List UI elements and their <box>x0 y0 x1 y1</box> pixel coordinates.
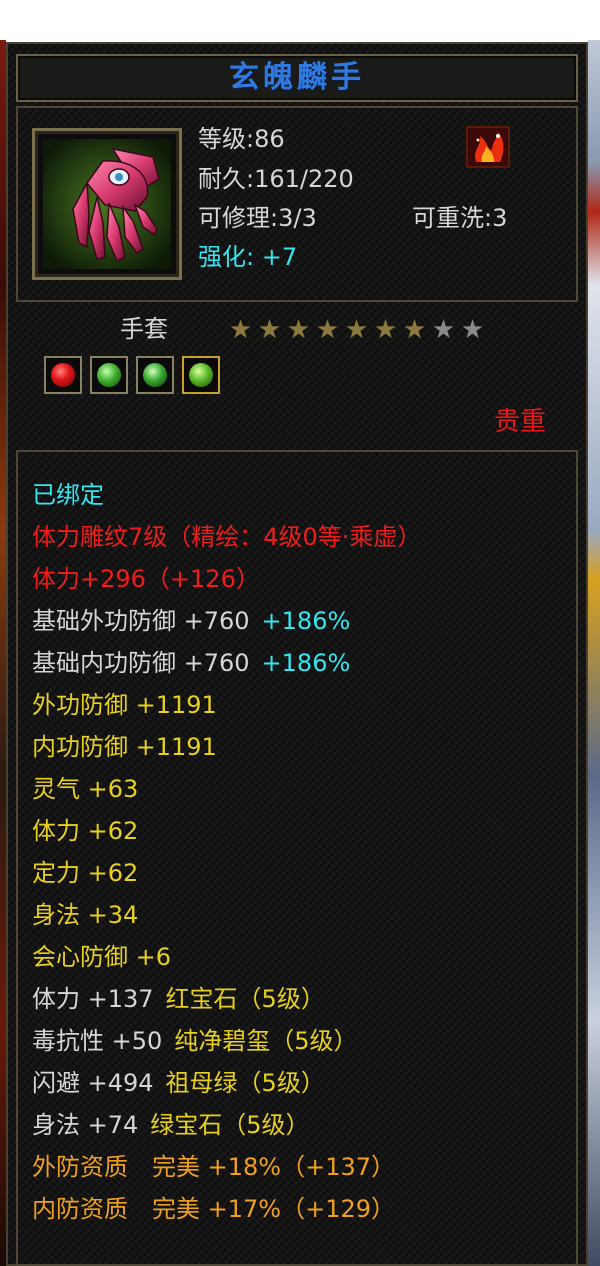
gem4-name: 绿宝石（5级） <box>150 1111 310 1139</box>
jade-gem-icon <box>97 363 121 387</box>
gem1-name: 红宝石（5级） <box>165 985 325 1013</box>
item-tooltip-panel: 玄魄麟手 等级:86 耐久:161/220 可修理:3/3 可重洗:3 强化: … <box>6 42 588 1266</box>
crit-def-line: 会心防御 +6 <box>32 943 172 971</box>
gem1-stat: 体力 +137 <box>32 985 154 1013</box>
star-filled-icon: ★ <box>373 315 398 345</box>
base-ext-def-pct: +186% <box>261 607 351 635</box>
background-scenery-right <box>588 40 600 1266</box>
gem3-name: 祖母绿（5级） <box>165 1069 325 1097</box>
gem-slot-1[interactable] <box>44 356 82 394</box>
gem2-stat: 毒抗性 +50 <box>32 1027 163 1055</box>
green-gem-icon <box>189 363 213 387</box>
item-name: 玄魄麟手 <box>229 60 365 95</box>
spirit-line: 灵气 +63 <box>32 775 139 803</box>
int-quality-line: 内防资质 完美 +17%（+129） <box>32 1195 395 1223</box>
gem-slot-2[interactable] <box>90 356 128 394</box>
star-filled-icon: ★ <box>228 315 253 345</box>
red-ruby-gem-icon <box>51 363 75 387</box>
gem-slots <box>44 356 220 394</box>
gem4-line: 身法 +74 绿宝石（5级） <box>32 1110 310 1140</box>
item-repairable: 可修理:3/3 <box>198 204 317 232</box>
star-filled-icon: ★ <box>315 315 340 345</box>
item-rewashable: 可重洗:3 <box>412 204 508 232</box>
gem-slot-4[interactable] <box>182 356 220 394</box>
base-int-def-line: 基础内功防御 +760 +186% <box>32 648 350 678</box>
gem2-name: 纯净碧玺（5级） <box>174 1027 358 1055</box>
stamina-line: 体力 +62 <box>32 817 139 845</box>
gem4-stat: 身法 +74 <box>32 1111 139 1139</box>
star-filled-icon: ★ <box>344 315 369 345</box>
int-def-line: 内功防御 +1191 <box>32 733 217 761</box>
gem-slot-3[interactable] <box>136 356 174 394</box>
gem3-line: 闪避 +494 祖母绿（5级） <box>32 1068 325 1098</box>
item-icon-frame <box>32 128 182 280</box>
focus-line: 定力 +62 <box>32 859 139 887</box>
title-bar: 玄魄麟手 <box>16 54 578 102</box>
rarity-label: 贵重 <box>494 407 547 437</box>
emerald-gem-icon <box>143 363 167 387</box>
gauntlet-icon <box>43 139 171 269</box>
item-info-box: 等级:86 耐久:161/220 可修理:3/3 可重洗:3 强化: +7 <box>16 106 578 302</box>
ext-def-line: 外功防御 +1191 <box>32 691 217 719</box>
agility-line: 身法 +34 <box>32 901 139 929</box>
engrave-line: 体力雕纹7级（精绘：4级0等·乘虚） <box>32 523 422 551</box>
base-int-def-pct: +186% <box>261 649 351 677</box>
star-filled-icon: ★ <box>257 315 282 345</box>
star-filled-icon: ★ <box>286 315 311 345</box>
gem3-stat: 闪避 +494 <box>32 1069 154 1097</box>
star-empty-icon: ★ <box>460 315 485 345</box>
base-ext-def-value: 基础外功防御 +760 <box>32 607 250 635</box>
item-durability: 耐久:161/220 <box>198 165 354 193</box>
base-int-def-value: 基础内功防御 +760 <box>32 649 250 677</box>
ext-quality-line: 外防资质 完美 +18%（+137） <box>32 1153 395 1181</box>
star-filled-icon: ★ <box>402 315 427 345</box>
bound-status: 已绑定 <box>32 481 104 509</box>
quality-stars: ★ ★ ★ ★ ★ ★ ★ ★ ★ <box>226 316 487 344</box>
item-level: 等级:86 <box>198 125 285 153</box>
item-enhance: 强化: +7 <box>198 243 298 271</box>
base-ext-def-line: 基础外功防御 +760 +186% <box>32 606 350 636</box>
star-empty-icon: ★ <box>431 315 456 345</box>
gem2-line: 毒抗性 +50 纯净碧玺（5级） <box>32 1026 358 1056</box>
attributes-box: 已绑定 体力雕纹7级（精绘：4级0等·乘虚） 体力+296（+126） 基础外功… <box>16 450 578 1266</box>
fire-skill-icon[interactable] <box>466 126 510 168</box>
item-type: 手套 <box>120 315 168 343</box>
item-type-box: 手套 ★ ★ ★ ★ ★ ★ ★ ★ ★ 贵重 <box>16 306 578 448</box>
stamina-total-line: 体力+296（+126） <box>32 565 260 593</box>
gem1-line: 体力 +137 红宝石（5级） <box>32 984 325 1014</box>
